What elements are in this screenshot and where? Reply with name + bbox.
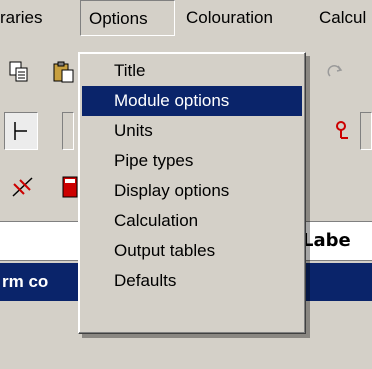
align-tool-button[interactable] <box>4 112 38 150</box>
calculator-icon[interactable] <box>62 174 78 200</box>
menu-item-calculation[interactable]: Calculation <box>82 206 302 236</box>
menu-libraries[interactable]: raries <box>0 0 43 36</box>
paste-icon[interactable] <box>52 60 76 84</box>
copy-icon[interactable] <box>8 60 30 84</box>
menu-item-pipe-types[interactable]: Pipe types <box>82 146 302 176</box>
menu-calculation[interactable]: Calcul <box>319 0 366 36</box>
menu-item-module-options[interactable]: Module options <box>82 86 302 116</box>
menu-bar: raries Options Colouration Calcul <box>0 0 372 36</box>
menu-item-units[interactable]: Units <box>82 116 302 146</box>
redo-icon[interactable] <box>326 62 346 82</box>
node-tool-icon[interactable] <box>330 118 356 144</box>
menu-item-output-tables[interactable]: Output tables <box>82 236 302 266</box>
toolbar-field-fragment <box>62 112 74 150</box>
align-icon <box>14 122 27 140</box>
menu-item-display-options[interactable]: Display options <box>82 176 302 206</box>
options-dropdown-menu: Title Module options Units Pipe types Di… <box>78 52 306 334</box>
label-column-header: Labe <box>302 230 351 251</box>
window-title-text: rm co <box>2 272 49 291</box>
toolbar-field-fragment-right <box>360 112 372 150</box>
menu-colouration[interactable]: Colouration <box>186 0 273 36</box>
menu-item-title[interactable]: Title <box>82 56 302 86</box>
menu-options[interactable]: Options <box>80 0 175 36</box>
menu-item-defaults[interactable]: Defaults <box>82 266 302 296</box>
cut-pipe-icon[interactable] <box>10 174 36 200</box>
